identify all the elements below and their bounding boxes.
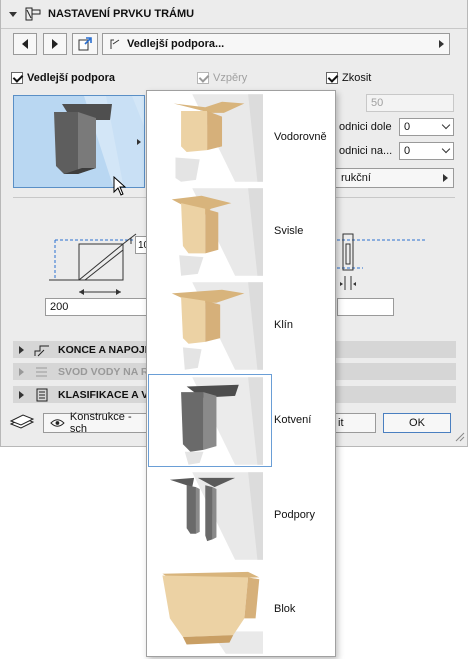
odnici-dole-select[interactable]: 0 [399, 118, 454, 136]
classification-icon [36, 388, 48, 401]
expand-arrow-icon [19, 367, 24, 376]
chevron-down-icon [441, 144, 451, 154]
vzpery-checkbox [197, 72, 209, 84]
vzpery-label: Vzpěry [213, 72, 248, 84]
popup-item-label: Svisle [274, 225, 304, 237]
expand-arrow-icon [19, 345, 24, 354]
odnici-na-value: 0 [404, 145, 411, 157]
block-support-icon [162, 571, 263, 654]
next-button[interactable] [43, 33, 67, 55]
option-zkosit[interactable]: Zkosit [326, 72, 371, 84]
menu-arrow-icon [443, 174, 448, 182]
popup-item-vodorovne[interactable]: Vodorovně [147, 91, 337, 185]
odnici-na-select[interactable]: 0 [399, 142, 454, 160]
popup-item-label: Blok [274, 603, 296, 615]
chevron-down-icon [441, 120, 451, 130]
connection-icon [34, 345, 49, 356]
dimension-diagram-right [337, 233, 425, 290]
option-vedlejsi-podpora[interactable]: Vedlejší podpora [11, 72, 115, 84]
depth-field[interactable] [337, 298, 394, 316]
beam-settings-icon [25, 7, 41, 21]
supports-icon [169, 472, 263, 560]
construction-menu-button[interactable]: rukční [326, 168, 454, 188]
popup-item-svisle[interactable]: Svisle [147, 185, 337, 279]
section-label: KLASIFIKACE A VI [58, 388, 152, 401]
odnici-dole-label: odnici dole [339, 121, 392, 133]
water-drain-icon [36, 367, 47, 376]
width-field[interactable]: 200 [45, 298, 148, 316]
prev-button[interactable] [13, 33, 37, 55]
collapse-icon[interactable] [9, 11, 17, 17]
anchor-preview-image [54, 96, 144, 187]
popup-item-label: Klín [274, 319, 293, 331]
resize-grip-icon[interactable] [455, 432, 465, 442]
odnici-na-label: odnici na... [339, 145, 393, 157]
type-popup-menu: Vodorovně Svisle Klín Kotvení Podpory Bl… [146, 90, 336, 657]
ok-button[interactable]: OK [383, 413, 451, 433]
type-preview-button[interactable] [13, 95, 145, 188]
panel-header[interactable]: NASTAVENÍ PRVKU TRÁMU [9, 4, 194, 24]
expand-arrow-icon [19, 390, 24, 399]
construction-menu-label: rukční [341, 172, 371, 184]
ok-label: OK [409, 417, 425, 429]
view-selector[interactable]: Konstrukce - sch [43, 411, 147, 435]
zkosit-checkbox[interactable] [326, 72, 338, 84]
favorites-button[interactable] [72, 33, 98, 55]
popup-item-kotveni[interactable]: Kotvení [147, 374, 337, 468]
expand-arrow-icon [137, 139, 141, 145]
favorite-selector[interactable]: Vedlejší podpora... [102, 33, 450, 55]
vedlejsi-podpora-label: Vedlejší podpora [27, 72, 116, 84]
popup-item-blok[interactable]: Blok [147, 563, 337, 657]
odnici-dole-value: 0 [404, 121, 411, 133]
favorites-icon [78, 37, 92, 51]
next-arrow-icon [52, 39, 58, 49]
panel-title: NASTAVENÍ PRVKU TRÁMU [48, 8, 195, 20]
wedge-support-icon [171, 282, 263, 370]
value-50-field: 50 [366, 94, 454, 112]
prev-arrow-icon [22, 39, 28, 49]
anchor-support-icon [181, 377, 263, 465]
beam-element-icon [110, 39, 120, 49]
section-label: KONCE A NAPOJI [58, 343, 148, 356]
favorite-label: Vedlejší podpora... [127, 38, 225, 50]
horizontal-support-icon [173, 94, 263, 182]
zkosit-label: Zkosit [342, 72, 372, 84]
eye-icon [50, 419, 65, 427]
popup-item-podpory[interactable]: Podpory [147, 469, 337, 563]
divider [1, 28, 467, 29]
vertical-support-icon [171, 188, 263, 276]
popup-item-klin[interactable]: Klín [147, 279, 337, 373]
vedlejsi-podpora-checkbox[interactable] [11, 72, 23, 84]
mouse-cursor-icon [113, 176, 127, 196]
layers-icon [9, 414, 35, 429]
option-vzpery: Vzpěry [197, 72, 247, 84]
popup-item-label: Kotvení [274, 414, 312, 426]
popup-item-label: Podpory [274, 509, 315, 521]
popup-item-label: Vodorovně [274, 131, 327, 143]
cancel-label: it [338, 417, 344, 429]
dropdown-arrow-icon [439, 40, 444, 48]
view-label: Konstrukce - sch [69, 411, 132, 435]
section-label: SVOD VODY NA R [58, 365, 149, 378]
